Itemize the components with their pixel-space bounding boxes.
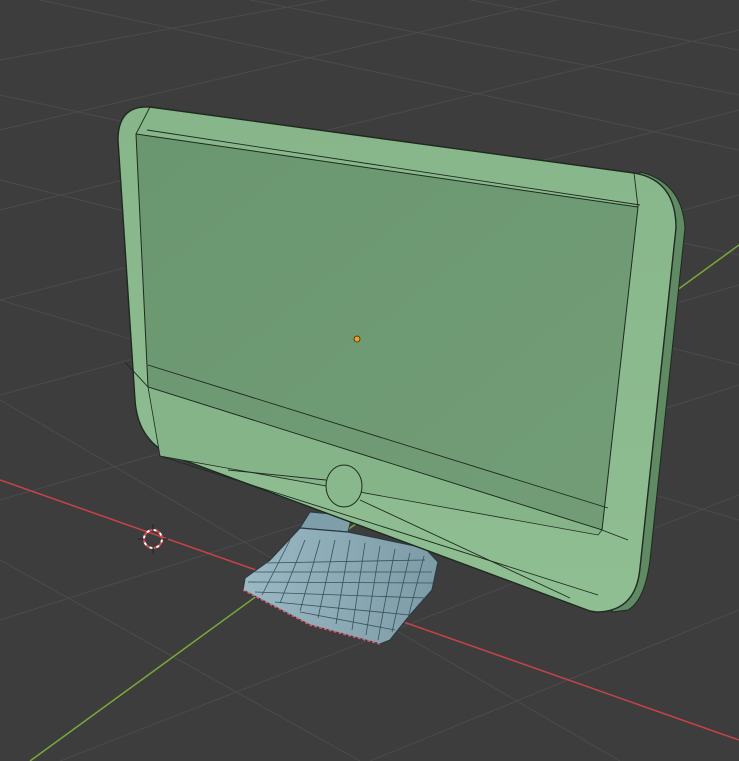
viewport-canvas[interactable] <box>0 0 739 761</box>
3d-viewport[interactable] <box>0 0 739 761</box>
monitor-logo <box>325 464 363 508</box>
object-origin-dot[interactable] <box>353 335 361 343</box>
